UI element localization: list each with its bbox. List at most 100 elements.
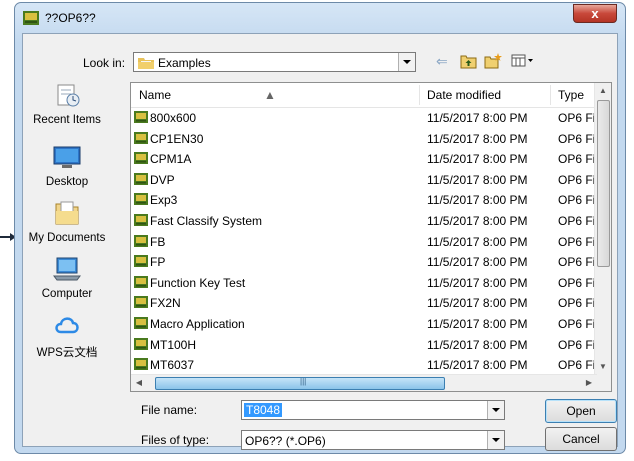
file-name: MT6037 [150,358,195,373]
file-date: 11/5/2017 8:00 PM [427,234,528,249]
grip-icon: ||| [300,377,307,386]
place-label: Computer [41,288,93,300]
file-row[interactable]: FX2N 11/5/2017 8:00 PM OP6 File [131,293,605,314]
file-row[interactable]: Macro Application 11/5/2017 8:00 PM OP6 Fi… [131,314,605,335]
place-my-documents[interactable]: My Documents [27,200,107,244]
file-date: 11/5/2017 8:00 PM [427,193,528,208]
file-date: 11/5/2017 8:00 PM [427,111,528,125]
chevron-down-icon[interactable] [398,53,415,71]
close-icon: x [591,6,599,21]
desktop-icon [53,146,81,168]
file-name-input[interactable]: T8048 [241,400,505,420]
places-bar: Recent Items Desktop My Documents Comput… [27,82,107,382]
cancel-button[interactable]: Cancel [545,427,617,451]
file-list-header: Name ▲ Date modified Type [131,83,597,108]
look-in-label: Look in: [83,56,126,70]
vertical-scrollbar[interactable]: ▲ ▼ [594,83,611,375]
file-name: FP [150,255,166,270]
file-type-label: Files of type: [141,433,210,447]
place-wps-cloud[interactable]: WPS云文档 [27,312,107,360]
op6-file-icon [134,152,148,165]
op6-file-icon [134,358,148,371]
my-documents-icon [55,201,79,225]
op6-file-icon [134,234,148,247]
scroll-corner [595,375,611,391]
look-in-dropdown[interactable]: Examples [133,52,416,72]
app-icon [23,11,39,25]
file-type-dropdown[interactable]: OP6?? (*.OP6) [241,430,505,450]
wps-cloud-icon [55,317,79,334]
op6-file-icon [134,255,148,268]
vertical-scroll-thumb[interactable] [597,100,610,267]
column-divider[interactable] [550,85,551,105]
op6-file-icon [134,275,148,288]
file-row[interactable]: 800x600 11/5/2017 8:00 PM OP6 File [131,108,605,129]
look-in-value: Examples [158,56,211,70]
file-name: Macro Application [150,317,245,331]
recent-items-icon [57,84,80,107]
horizontal-scrollbar[interactable]: ◀ ||| ▶ [131,374,597,391]
place-label: My Documents [28,232,106,244]
file-name: CP1EN30 [150,131,204,146]
op6-file-icon [134,296,148,309]
file-row[interactable]: FB 11/5/2017 8:00 PM OP6 File [131,232,605,253]
file-name: Exp3 [150,193,178,208]
file-name: Function Key Test [150,275,246,290]
open-button[interactable]: Open [545,399,617,423]
file-name: 800x600 [150,111,197,125]
file-row[interactable]: FP 11/5/2017 8:00 PM OP6 File [131,252,605,273]
column-divider[interactable] [419,85,420,105]
op6-file-icon [134,172,148,185]
file-date: 11/5/2017 8:00 PM [427,131,528,146]
place-recent-items[interactable]: Recent Items [27,82,107,126]
file-name-value: T8048 [244,403,283,417]
folder-icon [138,58,154,69]
file-date: 11/5/2017 8:00 PM [427,337,528,352]
title-bar[interactable]: ??OP6?? x [15,3,625,33]
file-row[interactable]: CP1EN30 11/5/2017 8:00 PM OP6 File [131,129,605,150]
place-desktop[interactable]: Desktop [27,144,107,188]
file-name: MT100H [150,337,197,352]
file-row[interactable]: Function Key Test 11/5/2017 8:00 PM OP6 Fi… [131,273,605,294]
op6-file-icon [134,337,148,350]
file-name: CPM1A [150,152,192,167]
file-date: 11/5/2017 8:00 PM [427,255,528,270]
scroll-left-icon[interactable]: ◀ [131,375,147,391]
computer-icon [53,257,81,281]
column-header-date[interactable]: Date modified [427,88,501,102]
file-date: 11/5/2017 8:00 PM [427,214,528,228]
file-date: 11/5/2017 8:00 PM [427,275,528,290]
new-folder-icon[interactable] [484,52,502,70]
file-row[interactable]: Fast Classify System 11/5/2017 8:00 PM OP6… [131,211,605,232]
file-list[interactable]: Name ▲ Date modified Type 800x600 11/5/20… [130,82,612,392]
scroll-down-icon[interactable]: ▼ [595,359,611,375]
scroll-up-icon[interactable]: ▲ [595,83,611,99]
file-name-label: File name: [141,403,198,417]
column-header-name[interactable]: Name [139,88,171,102]
sort-ascending-icon: ▲ [264,88,276,102]
place-computer[interactable]: Computer [27,256,107,300]
op6-file-icon [134,111,148,123]
view-menu-icon[interactable] [511,52,535,70]
file-name: FB [150,234,166,249]
file-row[interactable]: CPM1A 11/5/2017 8:00 PM OP6 File [131,149,605,170]
chevron-down-icon[interactable] [487,431,504,449]
chevron-down-icon[interactable] [487,401,504,419]
column-header-type[interactable]: Type [558,88,584,102]
close-button[interactable]: x [573,4,617,23]
place-label: Recent Items [33,114,101,126]
dialog-body: Look in: Examples ⇐ Recent Items Desktop… [22,33,618,451]
up-folder-icon[interactable] [460,52,477,70]
back-icon[interactable]: ⇐ [436,52,448,70]
file-date: 11/5/2017 8:00 PM [427,152,528,167]
place-label: WPS云文档 [36,347,98,359]
file-row[interactable]: MT6037 11/5/2017 8:00 PM OP6 File [131,355,605,376]
place-label: Desktop [45,176,89,188]
op6-file-icon [134,317,148,329]
file-row[interactable]: Exp3 11/5/2017 8:00 PM OP6 File [131,190,605,211]
horizontal-scroll-thumb[interactable]: ||| [155,377,445,390]
window-title: ??OP6?? [45,11,96,25]
file-row[interactable]: MT100H 11/5/2017 8:00 PM OP6 File [131,335,605,356]
op6-file-icon [134,193,148,206]
file-row[interactable]: DVP 11/5/2017 8:00 PM OP6 File [131,170,605,191]
